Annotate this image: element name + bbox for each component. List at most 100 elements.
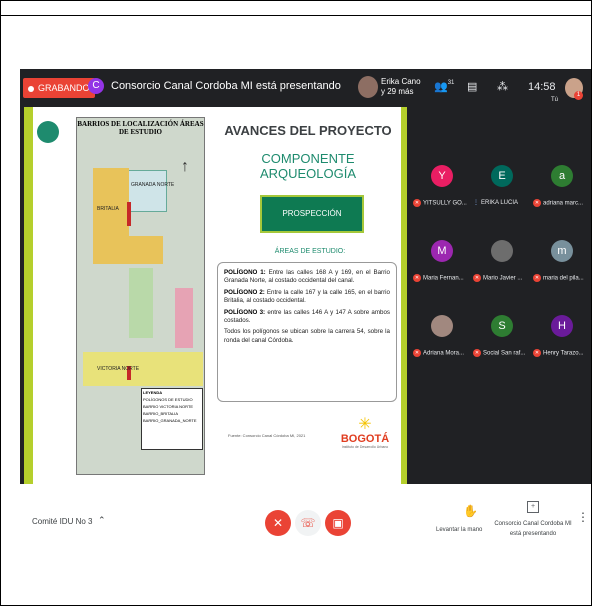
raise-hand-icon[interactable]: ✋	[463, 504, 478, 518]
participant-tile[interactable]: Y ✕ YITSULLY GO...	[411, 147, 471, 227]
paragraph-3: POLÍGONO 3: entre las calles 146 A y 147…	[224, 309, 390, 326]
recording-badge: GRABANDO	[23, 78, 95, 98]
presenting-text: Consorcio Canal Cordoba MI está presenta…	[111, 80, 341, 92]
paragraph-2: POLÍGONO 2: Entre la calle 167 y la call…	[224, 289, 390, 306]
participant-name-text: Adriana Mora...	[423, 350, 465, 357]
participant-tile[interactable]: E ⋮ ERIKA LUCIA	[471, 147, 531, 227]
meeting-name[interactable]: Comité IDU No 3	[32, 517, 92, 526]
bottom-bar: Comité IDU No 3 ⌃ ✕ ☏ ▣ ✋ Levantar la ma…	[20, 484, 591, 554]
camera-toggle-button[interactable]: ▣	[325, 510, 351, 536]
speaking-icon: ⋮	[473, 200, 479, 206]
participant-name: ✕ adriana marc...	[533, 199, 591, 207]
legend-item: BARRIO VICTORIA NORTE	[143, 404, 194, 409]
participant-tile[interactable]: H ✕ Henry Tarazo...	[531, 297, 591, 377]
presentation-icon[interactable]: +	[527, 501, 539, 513]
participant-avatar: S	[491, 315, 513, 337]
presenter-label-line1: Consorcio Canal Cordoba MI	[494, 521, 572, 527]
record-dot-icon	[28, 85, 34, 92]
participant-avatar: M	[431, 240, 453, 262]
slide-dot-decoration	[37, 121, 59, 143]
participant-name: ✕ YITSULLY GO...	[413, 199, 471, 207]
participant-avatar: a	[551, 165, 573, 187]
mic-off-icon: ✕	[413, 274, 421, 282]
areas-heading: ÁREAS DE ESTUDIO:	[274, 248, 346, 255]
hang-up-button[interactable]: ☏	[295, 510, 321, 536]
paragraph-1: POLÍGONO 1: Entre las calles 168 A y 169…	[224, 269, 390, 286]
participant-photo	[431, 315, 453, 337]
participant-name-text: YITSULLY GO...	[423, 200, 467, 207]
north-arrow-icon: ↑	[181, 158, 189, 175]
slide-right-stripe	[401, 107, 407, 484]
polygon-label: POLÍGONO 3:	[224, 308, 266, 316]
participant-name-text: adriana marc...	[543, 200, 584, 207]
areas-description: POLÍGONO 1: Entre las calles 168 A y 169…	[217, 262, 397, 402]
participant-tile[interactable]: ✕ Mario Javier ...	[471, 222, 531, 302]
participant-tile[interactable]: ✕ Adriana Mora...	[411, 297, 471, 377]
top-bar: GRABANDO C Consorcio Canal Cordoba MI es…	[20, 69, 591, 107]
chat-icon[interactable]: ▤	[467, 80, 477, 93]
participant-name-text: Maria Fernan...	[423, 275, 464, 282]
pinned-avatar[interactable]	[358, 76, 378, 98]
green-area	[129, 268, 153, 338]
pinned-names[interactable]: Erika Cano y 29 más	[381, 77, 421, 97]
chevron-up-icon[interactable]: ⌃	[98, 515, 106, 526]
notification-badge: 1	[574, 91, 583, 100]
participant-name: ✕ Social San raf...	[473, 349, 531, 357]
mic-off-icon: ✕	[473, 349, 481, 357]
participant-name: ⋮ ERIKA LUCIA	[473, 199, 531, 206]
mic-off-icon: ✕	[533, 274, 541, 282]
participant-tile[interactable]: a ✕ adriana marc...	[531, 147, 591, 227]
participant-name: ✕ Adriana Mora...	[413, 349, 471, 357]
map-label-victoria: VICTORIA NORTE	[97, 366, 140, 372]
presentation-slide: BARRIOS DE LOCALIZACIÓN ÁREAS DE ESTUDIO…	[24, 107, 407, 484]
participant-name-text: maria del pila...	[543, 275, 584, 282]
map-title: BARRIOS DE LOCALIZACIÓN ÁREAS DE ESTUDIO	[77, 120, 204, 136]
polygon-marker-1	[127, 202, 131, 226]
slide-subtitle: COMPONENTE ARQUEOLOGÍA	[259, 151, 357, 181]
participant-name-text: Mario Javier ...	[483, 275, 523, 282]
logo-text: BOGOTÁ	[340, 433, 390, 445]
participant-tile[interactable]: S ✕ Social San raf...	[471, 297, 531, 377]
study-area-map: BARRIOS DE LOCALIZACIÓN ÁREAS DE ESTUDIO…	[76, 117, 205, 475]
presenter-avatar: C	[88, 78, 104, 94]
participant-name: ✕ Henry Tarazo...	[533, 349, 591, 357]
slide-left-stripe	[24, 107, 33, 484]
section-button: PROSPECCIÓN ARQUEOLÓGICA	[260, 195, 364, 252]
people-count: 31	[447, 80, 455, 86]
logo-star-icon: ✳	[358, 416, 372, 433]
legend-title: LEYENDA	[143, 390, 163, 395]
clock: 14:58	[528, 81, 556, 93]
mic-off-icon: ✕	[413, 349, 421, 357]
polygon-label: POLÍGONO 2:	[224, 288, 265, 296]
participant-name-text: Henry Tarazo...	[543, 350, 584, 357]
people-icon[interactable]: 👥31	[434, 80, 454, 93]
legend-item: BARRIO_GRANADA_NORTE	[143, 418, 197, 423]
top-strip	[1, 1, 591, 16]
more-options-icon[interactable]: ⋮	[577, 510, 589, 524]
paragraph-4: Todos los polígonos se ubican sobre la c…	[224, 328, 390, 345]
participant-tile[interactable]: m ✕ maria del pila...	[531, 222, 591, 302]
mic-toggle-button[interactable]: ✕	[265, 510, 291, 536]
participant-tile[interactable]: M ✕ Maria Fernan...	[411, 222, 471, 302]
activities-icon[interactable]: ⁂	[497, 80, 508, 93]
mic-off-icon: ✕	[413, 199, 421, 207]
idu-logo: ✳ BOGOTÁ Instituto de Desarrollo Urbano	[340, 416, 390, 450]
presenter-label[interactable]: Consorcio Canal Cordoba MI está presentan…	[493, 519, 573, 539]
logo-subtext: Instituto de Desarrollo Urbano	[341, 445, 389, 449]
britalia-zone-b	[93, 236, 163, 264]
participant-avatar: H	[551, 315, 573, 337]
mic-off-icon: ✕	[533, 349, 541, 357]
recording-label: GRABANDO	[38, 83, 90, 93]
participant-name-text: Social San raf...	[483, 350, 526, 357]
legend-item: BARRIO_BRITALIA	[143, 411, 179, 416]
presenter-label-line2: está presentando	[509, 531, 557, 537]
mic-off-icon: ✕	[533, 199, 541, 207]
pinned-name-line1: Erika Cano	[381, 77, 421, 86]
granada-norte-zone	[125, 170, 167, 212]
participant-avatar: E	[491, 165, 513, 187]
you-label: Tú	[551, 97, 559, 103]
legend-item: POLÍGONOS DE ESTUDIO	[143, 397, 193, 402]
raise-hand-label[interactable]: Levantar la mano	[436, 527, 482, 533]
pinned-name-line2: y 29 más	[381, 87, 414, 96]
participant-avatar: Y	[431, 165, 453, 187]
